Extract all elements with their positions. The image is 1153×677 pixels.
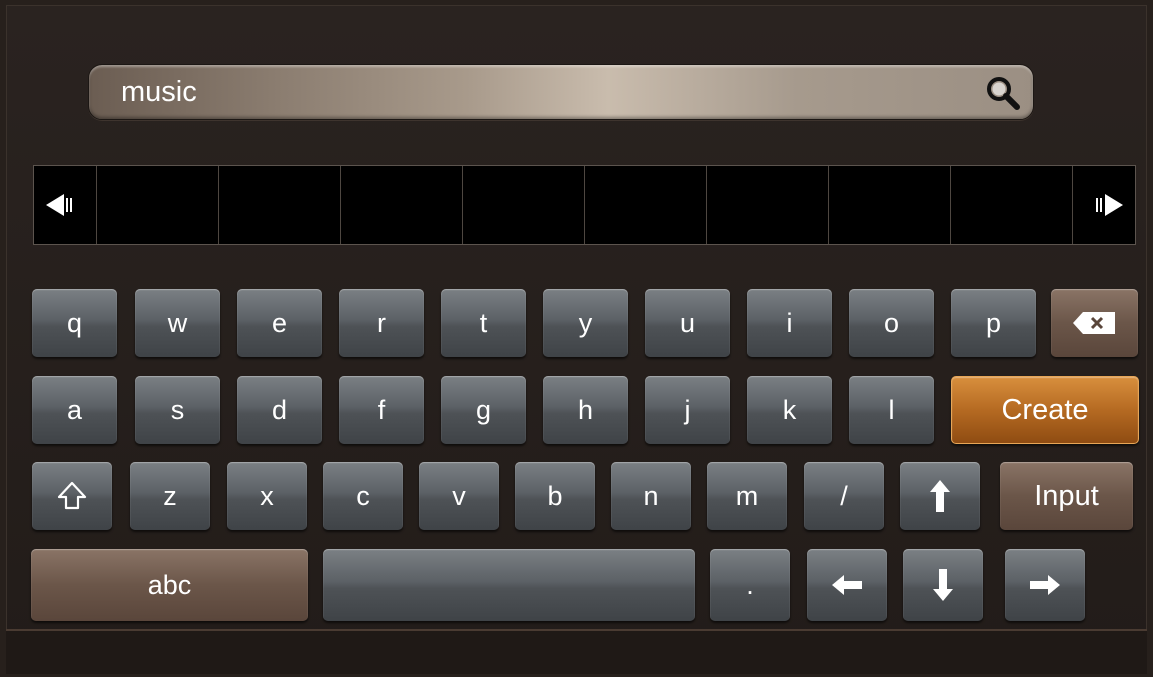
key-u[interactable]: u [645, 289, 730, 357]
arrow-up-icon [930, 480, 950, 512]
key-r[interactable]: r [339, 289, 424, 357]
key-a[interactable]: a [32, 376, 117, 444]
search-input-text: music [121, 76, 197, 108]
prev-page-icon[interactable] [34, 166, 96, 244]
next-page-icon[interactable] [1073, 166, 1135, 244]
candidate-bar [33, 165, 1136, 245]
shift-button[interactable] [32, 462, 112, 530]
key-d[interactable]: d [237, 376, 322, 444]
down-arrow-button[interactable] [903, 549, 983, 621]
arrow-left-icon [832, 575, 862, 595]
backspace-icon [1072, 312, 1117, 334]
candidate-cell[interactable] [828, 166, 950, 244]
key-p[interactable]: p [951, 289, 1036, 357]
bottom-bar [6, 629, 1147, 674]
candidate-cell[interactable] [950, 166, 1073, 244]
backspace-button[interactable] [1051, 289, 1138, 357]
abc-button[interactable]: abc [31, 549, 308, 621]
key-y[interactable]: y [543, 289, 628, 357]
key-k[interactable]: k [747, 376, 832, 444]
key-period[interactable]: . [710, 549, 790, 621]
candidate-cell[interactable] [584, 166, 706, 244]
key-l[interactable]: l [849, 376, 934, 444]
key-f[interactable]: f [339, 376, 424, 444]
create-button[interactable]: Create [951, 376, 1139, 444]
key-t[interactable]: t [441, 289, 526, 357]
right-arrow-button[interactable] [1005, 549, 1085, 621]
space-bar[interactable] [323, 549, 695, 621]
key-q[interactable]: q [32, 289, 117, 357]
key-s[interactable]: s [135, 376, 220, 444]
key-h[interactable]: h [543, 376, 628, 444]
key-z[interactable]: z [130, 462, 210, 530]
candidate-cell[interactable] [462, 166, 584, 244]
shift-icon [56, 480, 88, 512]
search-icon[interactable] [985, 75, 1021, 111]
input-button[interactable]: Input [1000, 462, 1133, 530]
key-b[interactable]: b [515, 462, 595, 530]
key-o[interactable]: o [849, 289, 934, 357]
arrow-right-icon [1030, 575, 1060, 595]
key-g[interactable]: g [441, 376, 526, 444]
key-x[interactable]: x [227, 462, 307, 530]
key-j[interactable]: j [645, 376, 730, 444]
key-w[interactable]: w [135, 289, 220, 357]
key-i[interactable]: i [747, 289, 832, 357]
candidate-cell[interactable] [706, 166, 828, 244]
candidate-cell[interactable] [340, 166, 462, 244]
key-e[interactable]: e [237, 289, 322, 357]
candidate-cell[interactable] [96, 166, 218, 244]
key-n[interactable]: n [611, 462, 691, 530]
arrow-down-icon [933, 569, 953, 601]
candidate-cell[interactable] [218, 166, 340, 244]
key-c[interactable]: c [323, 462, 403, 530]
key-v[interactable]: v [419, 462, 499, 530]
key-m[interactable]: m [707, 462, 787, 530]
search-field[interactable]: music [88, 64, 1034, 120]
key-slash[interactable]: / [804, 462, 884, 530]
up-arrow-button[interactable] [900, 462, 980, 530]
left-arrow-button[interactable] [807, 549, 887, 621]
